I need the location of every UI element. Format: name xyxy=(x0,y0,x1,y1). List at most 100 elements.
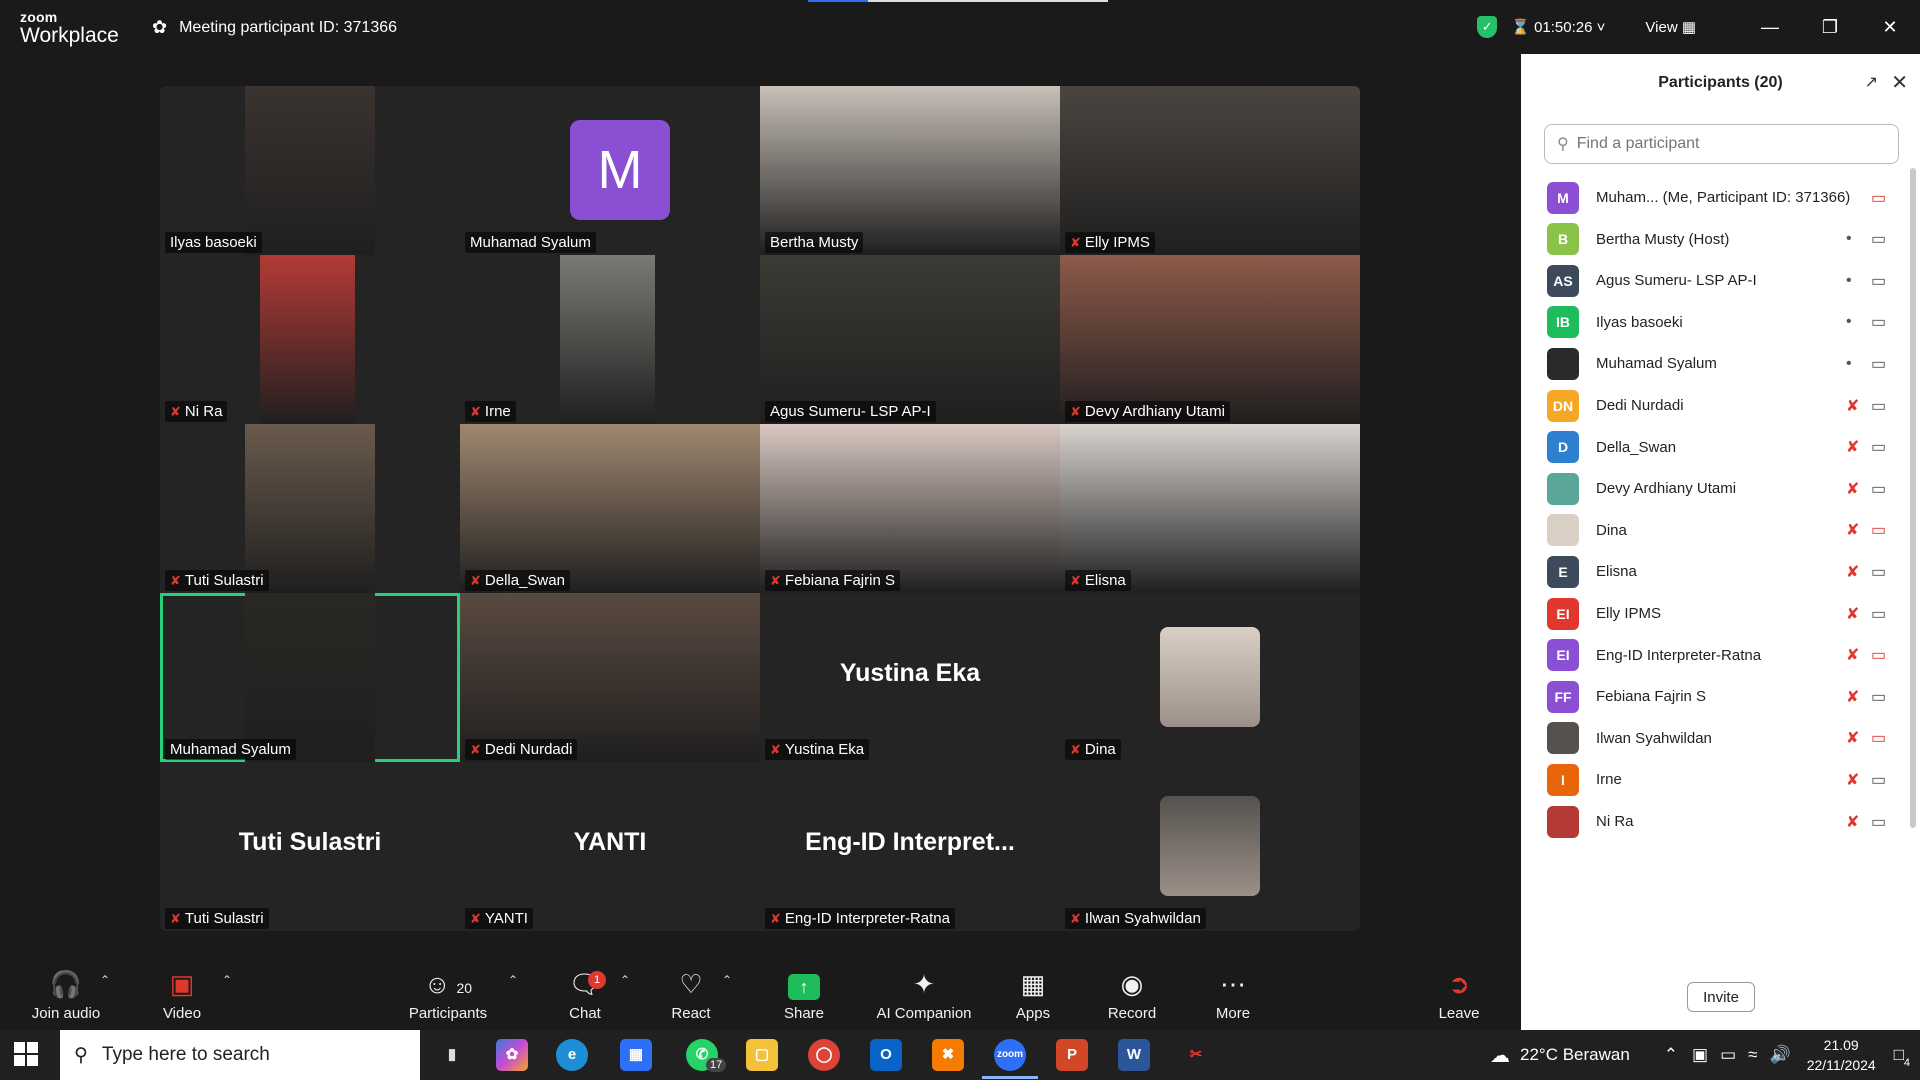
camera-off-icon: ▭ xyxy=(1871,189,1887,207)
video-tile[interactable]: ✘ Ni Ra xyxy=(160,255,460,424)
meeting-info[interactable]: ✿ Meeting participant ID: 371366 xyxy=(152,17,397,38)
panel-scrollbar[interactable] xyxy=(1910,168,1916,828)
outlook-icon[interactable]: O xyxy=(870,1039,902,1071)
chrome-icon[interactable]: ◯ xyxy=(808,1039,840,1071)
video-tile[interactable]: Ilyas basoeki xyxy=(160,86,460,255)
mic-muted-icon: ✘ xyxy=(1846,605,1860,623)
copilot-icon[interactable]: ✿ xyxy=(496,1039,528,1071)
invite-button[interactable]: Invite xyxy=(1687,982,1755,1012)
tile-name-label: ✘ Tuti Sulastri xyxy=(165,570,269,591)
zoom-taskbar-icon[interactable]: zoom xyxy=(994,1039,1026,1071)
participant-avatar: EI xyxy=(1547,597,1579,630)
participant-name: Ni Ra xyxy=(1596,813,1634,830)
tray-chevron-icon[interactable]: ⌃ xyxy=(1664,1045,1678,1065)
edge-icon[interactable]: e xyxy=(556,1039,588,1071)
participant-name: Della_Swan xyxy=(1596,438,1677,456)
notifications-icon[interactable]: □ 4 xyxy=(1894,1045,1910,1069)
video-tile[interactable]: Bertha Musty xyxy=(760,86,1060,255)
video-button[interactable]: ▣ Video xyxy=(152,967,212,1022)
react-options-caret[interactable]: ⌃ xyxy=(722,973,732,987)
video-options-caret[interactable]: ⌃ xyxy=(222,973,232,987)
participant-avatar xyxy=(1547,805,1579,838)
participant-name: Bertha Musty (Host) xyxy=(1596,230,1730,248)
share-button[interactable]: ↑ Share xyxy=(778,967,830,1022)
meet-now-icon[interactable]: ▣ xyxy=(1692,1045,1708,1065)
video-tile[interactable]: ✘ Dedi Nurdadi xyxy=(460,593,760,762)
xampp-icon[interactable]: ✖ xyxy=(932,1039,964,1071)
apps-button[interactable]: ▦ Apps xyxy=(1010,967,1056,1022)
taskbar-search-placeholder: Type here to search xyxy=(101,1044,270,1065)
participant-avatar: D xyxy=(1547,431,1579,464)
participant-avatar: I xyxy=(1547,763,1579,796)
encryption-shield-icon[interactable]: ✓ xyxy=(1477,16,1498,38)
participant-video-feed xyxy=(760,86,1060,255)
chat-options-caret[interactable]: ⌃ xyxy=(620,973,630,987)
video-tile[interactable]: ✘ Della_Swan xyxy=(460,424,760,593)
popout-icon[interactable]: ↗ xyxy=(1865,72,1878,92)
taskbar-search[interactable]: ⚲ Type here to search xyxy=(60,1030,420,1080)
chat-unread-badge: 1 xyxy=(588,971,606,989)
battery-icon[interactable]: ▭ xyxy=(1720,1045,1736,1065)
restore-icon[interactable]: ❐ xyxy=(1800,17,1860,38)
video-tile[interactable]: Tuti Sulastri ✘ Tuti Sulastri xyxy=(160,762,460,931)
participant-display-name: Eng-ID Interpret... xyxy=(805,828,1015,856)
participant-row[interactable]: Ni Ra ✘ ▭ xyxy=(1521,796,1909,847)
participant-search[interactable]: ⚲ xyxy=(1544,124,1899,164)
video-tile[interactable]: ✘ Dina xyxy=(1060,593,1360,762)
camera-icon: ▭ xyxy=(1871,439,1887,457)
weather-icon[interactable]: ☁ xyxy=(1490,1043,1510,1068)
meeting-timer[interactable]: ⌛ 01:50:26 ˅ xyxy=(1511,18,1605,36)
record-button[interactable]: ◉ Record xyxy=(1104,967,1160,1022)
video-tile[interactable]: ✘ Ilwan Syahwildan xyxy=(1060,762,1360,931)
participants-icon: ☺ 20 xyxy=(423,969,473,999)
participant-avatar: B xyxy=(1547,223,1579,256)
snipping-tool-icon[interactable]: ✂ xyxy=(1180,1039,1212,1071)
weather-text[interactable]: 22°C Berawan xyxy=(1520,1045,1630,1065)
video-tile[interactable]: ✘ Irne xyxy=(460,255,760,424)
mic-muted-icon: ✘ xyxy=(1846,647,1860,665)
task-view-icon[interactable]: ▮ xyxy=(436,1039,468,1071)
leave-button[interactable]: ➲ Leave xyxy=(1436,967,1482,1022)
video-tile[interactable]: ✘ Elisna xyxy=(1060,424,1360,593)
video-tile[interactable]: ✘ Devy Ardhiany Utami xyxy=(1060,255,1360,424)
wifi-icon[interactable]: ≈ xyxy=(1748,1045,1757,1065)
video-tile[interactable]: Muhamad Syalum xyxy=(160,593,460,762)
participants-button[interactable]: ☺ 20 Participants xyxy=(404,967,492,1022)
video-tile[interactable]: M Muhamad Syalum xyxy=(460,86,760,255)
participant-avatar: IB xyxy=(1547,306,1579,339)
camera-icon: ▭ xyxy=(1871,231,1887,249)
react-button[interactable]: ♡ React xyxy=(665,967,717,1022)
mic-icon: • xyxy=(1846,271,1852,289)
join-audio-button[interactable]: 🎧 Join audio xyxy=(26,967,106,1022)
video-tile[interactable]: ✘ Elly IPMS xyxy=(1060,86,1360,255)
view-button[interactable]: View ▦ xyxy=(1645,18,1696,36)
more-icon: ⋯ xyxy=(1220,969,1246,999)
video-tile[interactable]: YANTI ✘ YANTI xyxy=(460,762,760,931)
mic-muted-icon: ✘ xyxy=(1070,741,1081,757)
mic-muted-icon: ✘ xyxy=(170,572,181,588)
panel-close-icon[interactable]: ✕ xyxy=(1891,70,1908,95)
word-icon[interactable]: W xyxy=(1118,1039,1150,1071)
volume-icon[interactable]: 🔊 xyxy=(1770,1045,1791,1065)
audio-options-caret[interactable]: ⌃ xyxy=(100,973,110,987)
search-icon: ⚲ xyxy=(1557,136,1569,153)
video-tile[interactable]: Agus Sumeru- LSP AP-I xyxy=(760,255,1060,424)
windows-start-icon[interactable] xyxy=(14,1042,38,1066)
minimize-icon[interactable]: — xyxy=(1740,17,1800,38)
participant-video-feed xyxy=(1060,86,1360,255)
video-tile[interactable]: Yustina Eka ✘ Yustina Eka xyxy=(760,593,1060,762)
taskbar-clock[interactable]: 21.09 22/11/2024 xyxy=(1807,1035,1876,1075)
powerpoint-icon[interactable]: P xyxy=(1056,1039,1088,1071)
participants-options-caret[interactable]: ⌃ xyxy=(508,973,518,987)
ai-companion-button[interactable]: ✦ AI Companion xyxy=(872,967,976,1022)
more-button[interactable]: ⋯ More xyxy=(1210,967,1256,1022)
video-tile[interactable]: Eng-ID Interpret... ✘ Eng-ID Interpreter-R… xyxy=(760,762,1060,931)
store-icon[interactable]: ▦ xyxy=(620,1039,652,1071)
participant-avatar: M xyxy=(570,120,670,220)
close-icon[interactable]: ✕ xyxy=(1860,17,1920,38)
video-tile[interactable]: ✘ Febiana Fajrin S xyxy=(760,424,1060,593)
file-explorer-icon[interactable]: ▢ xyxy=(746,1039,778,1071)
video-tile[interactable]: ✘ Tuti Sulastri xyxy=(160,424,460,593)
chat-button[interactable]: 🗨 1 Chat xyxy=(560,967,610,1022)
search-input[interactable] xyxy=(1576,135,1877,153)
